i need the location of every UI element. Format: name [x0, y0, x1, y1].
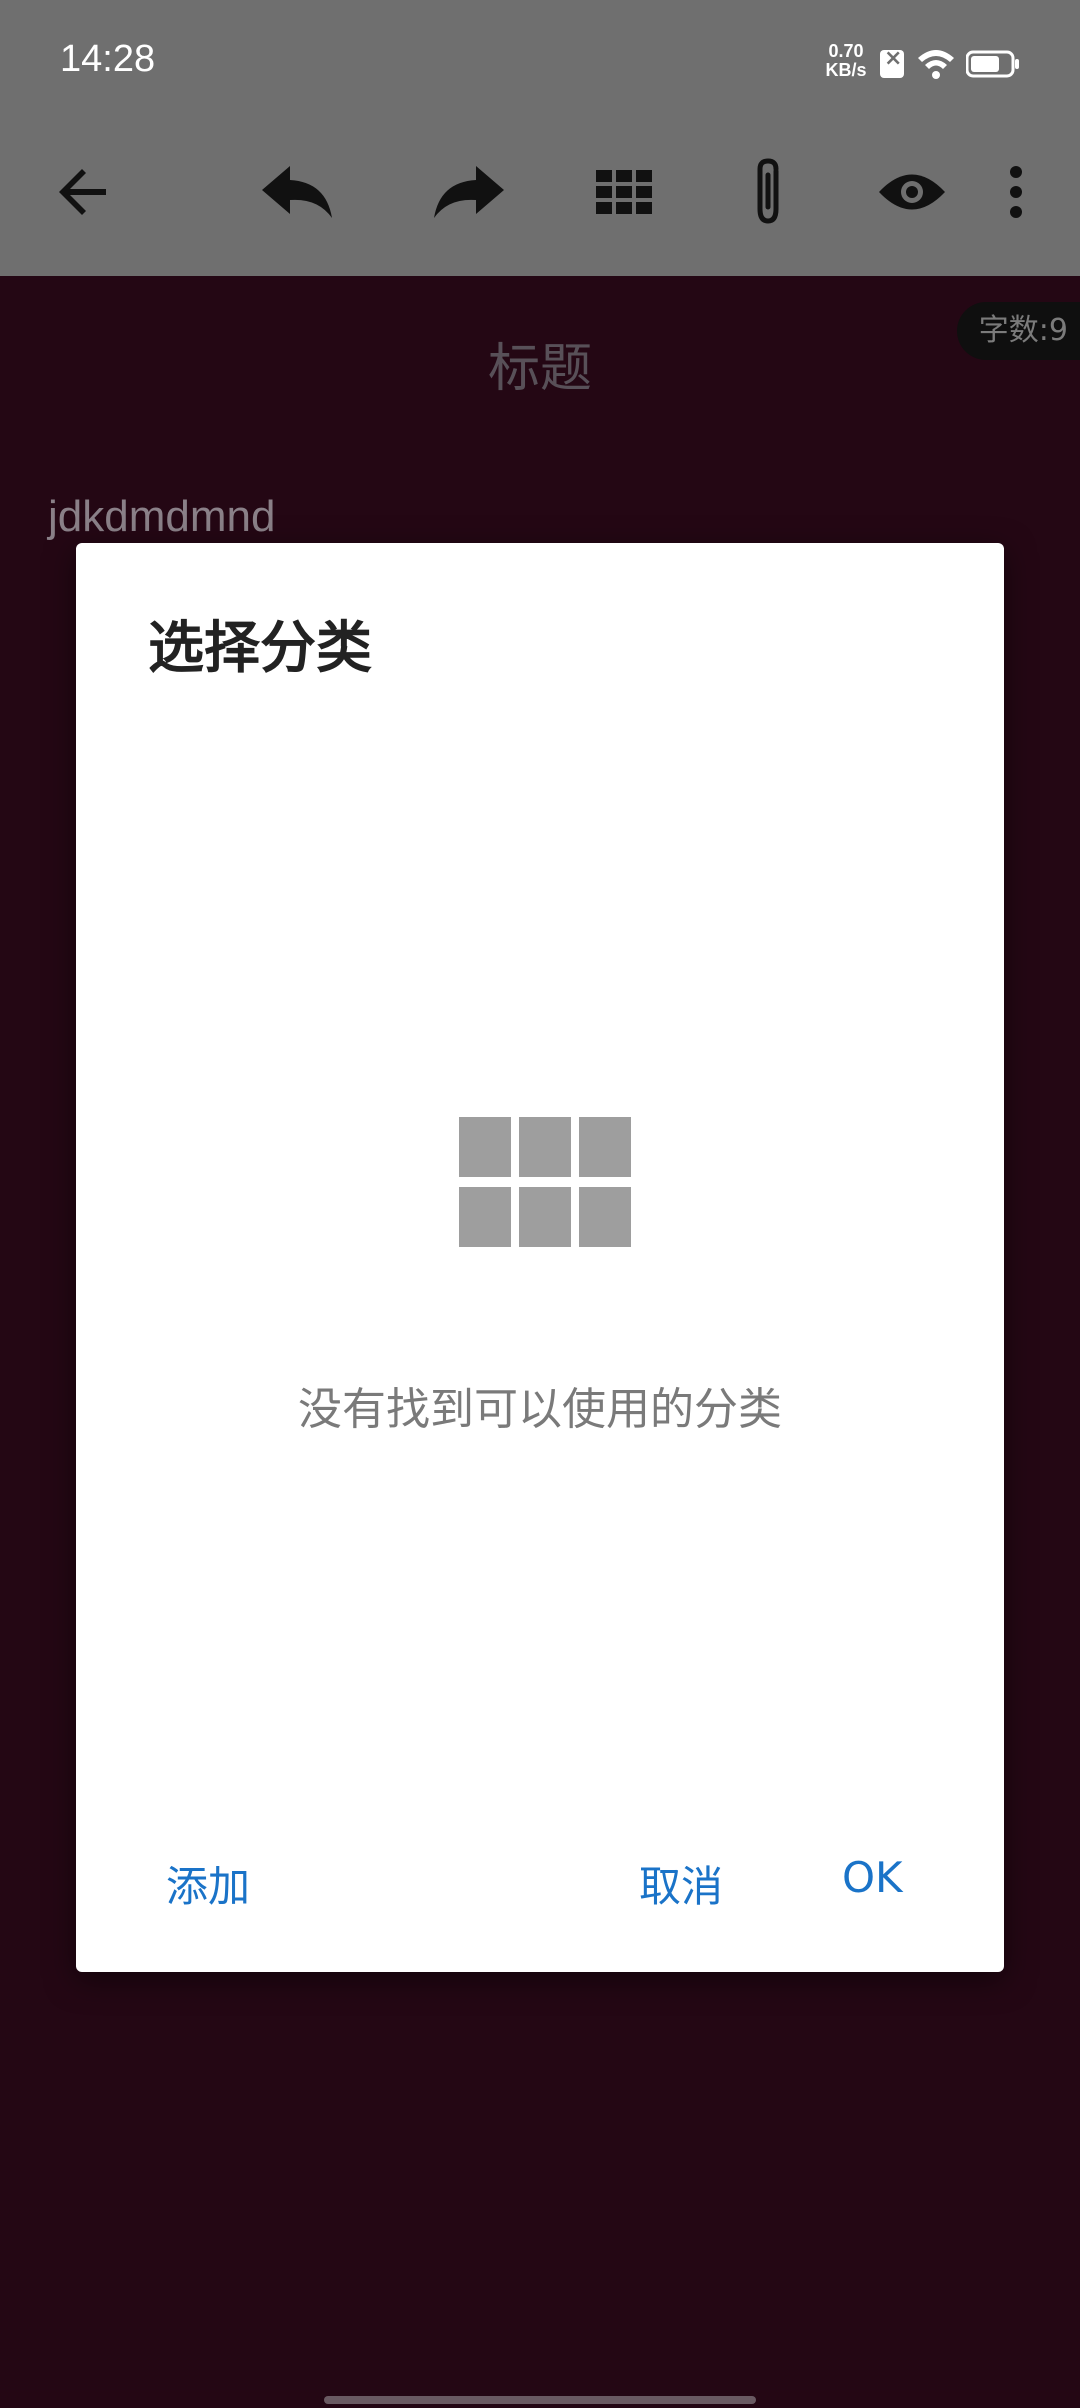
empty-category-grid-icon — [459, 1117, 631, 1247]
home-indicator[interactable] — [324, 2396, 756, 2404]
cancel-button[interactable]: 取消 — [639, 1853, 723, 1914]
ok-button[interactable]: OK — [842, 1853, 903, 1902]
select-category-dialog: 选择分类 没有找到可以使用的分类 添加 取消 OK — [76, 543, 1004, 1972]
dialog-title: 选择分类 — [148, 616, 372, 681]
add-category-button[interactable]: 添加 — [166, 1853, 250, 1914]
empty-state-message: 没有找到可以使用的分类 — [298, 1384, 782, 1435]
